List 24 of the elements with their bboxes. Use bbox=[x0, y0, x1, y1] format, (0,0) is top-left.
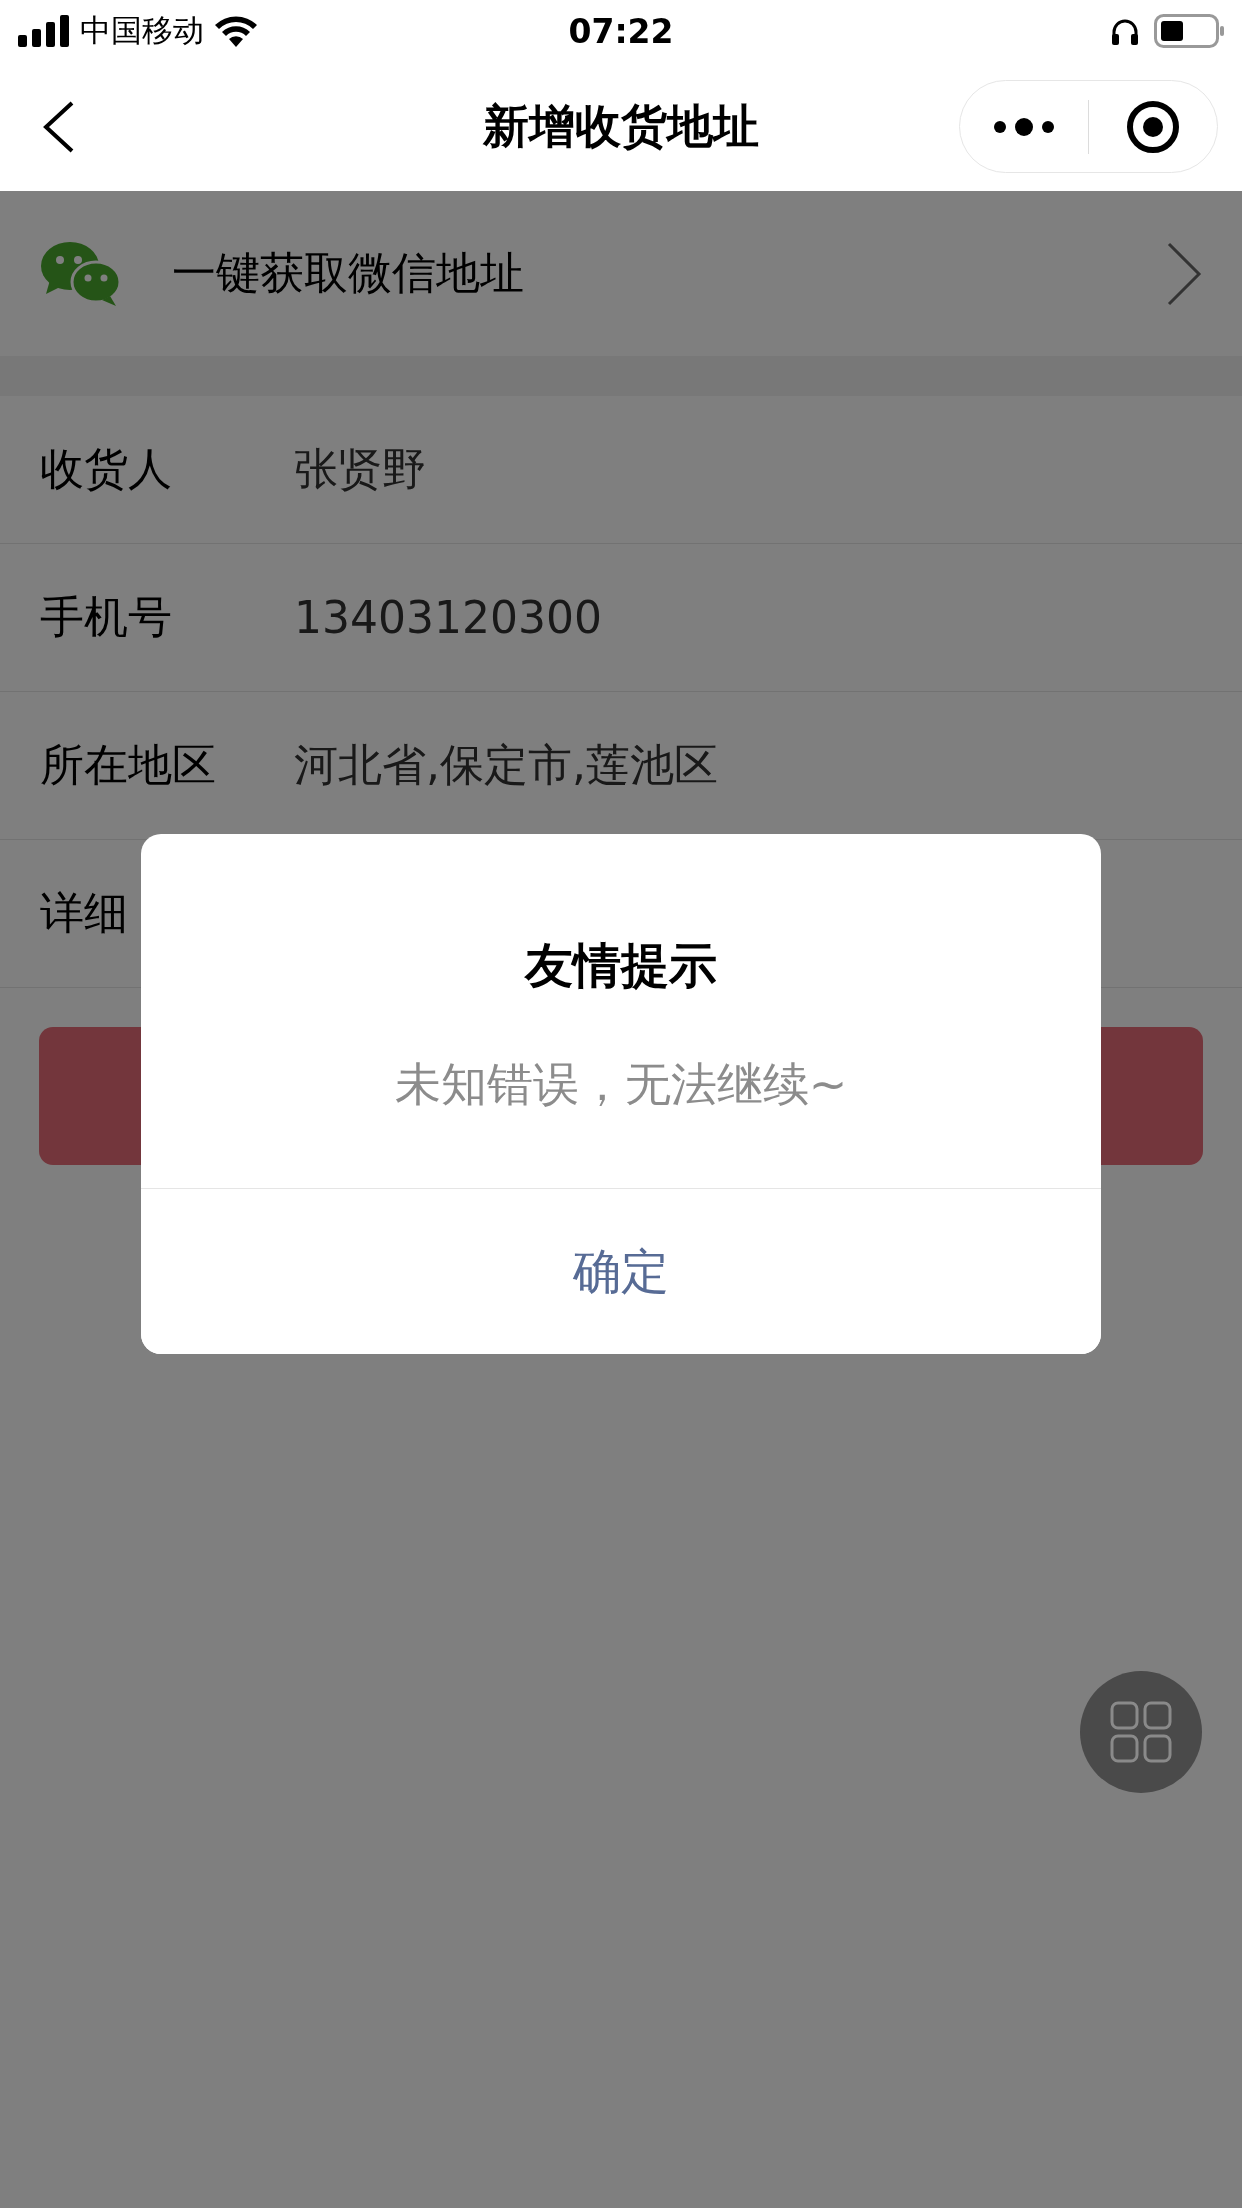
signal-icon bbox=[18, 15, 70, 47]
chevron-right-icon bbox=[1166, 240, 1202, 307]
confirm-button[interactable]: 确定 bbox=[141, 1188, 1101, 1354]
more-icon[interactable] bbox=[993, 116, 1055, 137]
dialog-title: 友情提示 bbox=[525, 936, 717, 995]
dialog-message: 未知错误，无法继续~ bbox=[394, 1056, 848, 1113]
chat-bubbles-icon bbox=[40, 239, 122, 308]
grid-icon bbox=[1110, 1701, 1172, 1763]
battery-icon bbox=[1154, 14, 1224, 48]
close-icon[interactable] bbox=[1126, 99, 1180, 154]
field-label: 详细 bbox=[40, 886, 129, 940]
field-label: 手机号 bbox=[40, 590, 173, 644]
field-value[interactable]: 河北省,保定市,莲池区 bbox=[294, 736, 718, 795]
clock-time: 07:22 bbox=[568, 11, 674, 51]
page-title: 新增收货地址 bbox=[483, 97, 759, 155]
wechat-address-label: 一键获取微信地址 bbox=[172, 246, 525, 300]
headphones-icon bbox=[1110, 17, 1140, 45]
field-label: 收货人 bbox=[40, 442, 173, 496]
field-label: 所在地区 bbox=[40, 738, 217, 792]
field-value[interactable]: 13403120300 bbox=[294, 592, 602, 643]
carrier-name: 中国移动 bbox=[80, 11, 204, 50]
wifi-icon bbox=[214, 15, 258, 47]
field-value[interactable]: 张贤野 bbox=[294, 440, 426, 499]
wechat-address-row[interactable]: 一键获取微信地址 bbox=[0, 191, 1242, 356]
